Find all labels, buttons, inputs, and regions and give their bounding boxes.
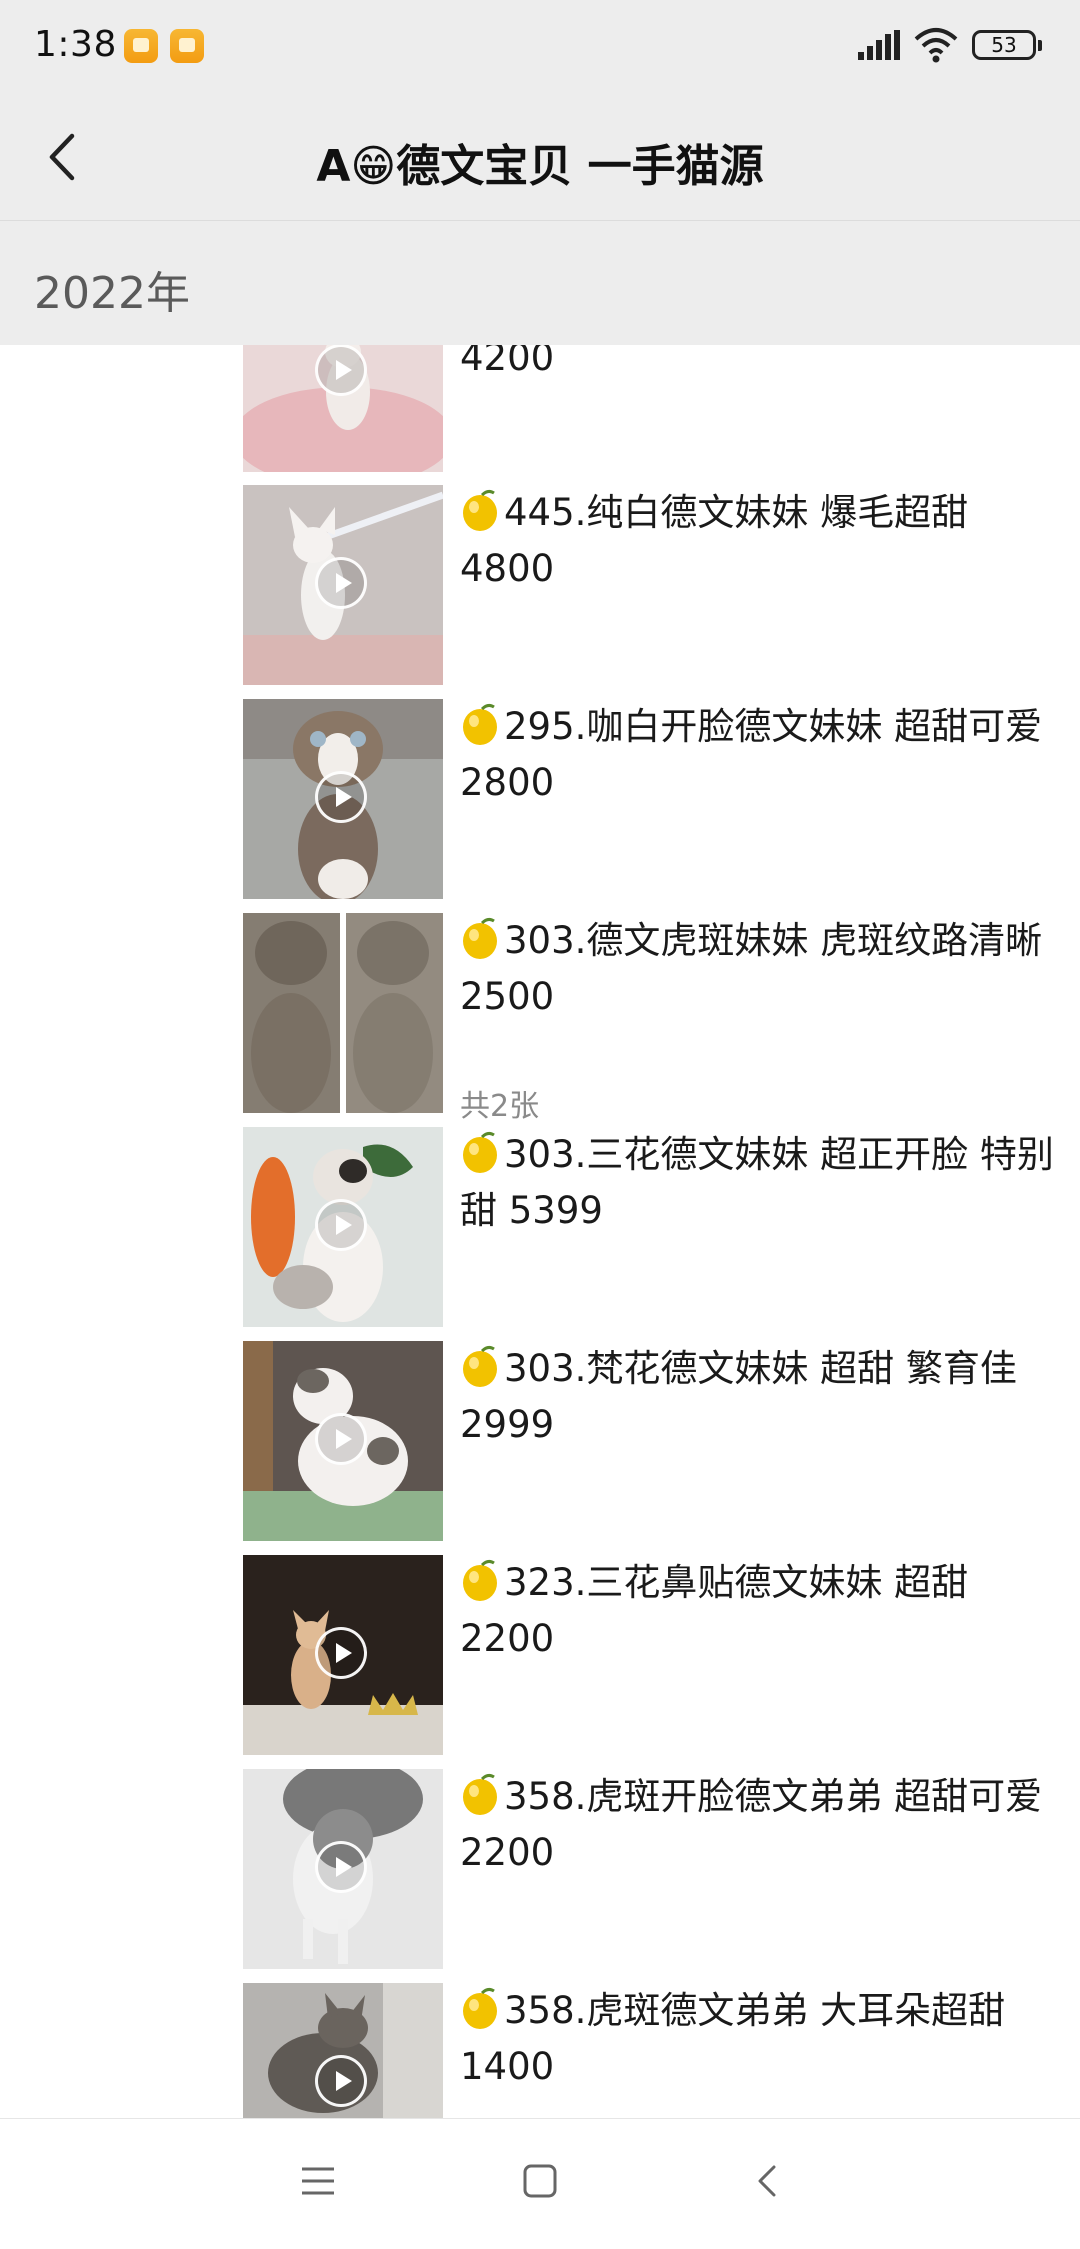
video-thumbnail[interactable]	[243, 1341, 443, 1541]
list-item[interactable]: 358.虎斑开脸德文弟弟 超甜可爱 2200	[0, 1769, 1080, 1969]
video-thumbnail[interactable]	[243, 1127, 443, 1327]
notification-icon	[124, 29, 158, 63]
item-caption: 303.德文虎斑妹妹 虎斑纹路清晰 2500	[460, 917, 1043, 1018]
item-caption: 303.梵花德文妹妹 超甜 繁育佳 2999	[460, 1345, 1017, 1446]
item-caption: 303.三花德文妹妹 超正开脸 特别甜 5399	[460, 1131, 1054, 1232]
notification-icon	[170, 29, 204, 63]
media-list[interactable]: 4200 445.纯白德文妹妹 爆毛超甜 4800 295.咖白开脸德文妹妹 超…	[0, 345, 1080, 2118]
lemon-icon	[463, 703, 497, 745]
status-time: 1:38	[34, 24, 117, 65]
list-item[interactable]: 303.三花德文妹妹 超正开脸 特别甜 5399	[0, 1127, 1080, 1327]
video-thumbnail[interactable]	[243, 1769, 443, 1969]
home-icon[interactable]	[522, 2163, 558, 2199]
lemon-icon	[463, 489, 497, 531]
list-item[interactable]: 4200	[0, 345, 1080, 472]
lemon-icon	[463, 1773, 497, 1815]
play-icon	[315, 771, 367, 823]
play-icon	[315, 557, 367, 609]
back-icon[interactable]	[752, 2163, 782, 2199]
menu-icon[interactable]	[300, 2164, 336, 2198]
video-thumbnail[interactable]	[243, 1555, 443, 1755]
status-bar: 1:38 53	[0, 0, 1080, 100]
lemon-icon	[463, 1345, 497, 1387]
section-year-label: 2022年	[34, 268, 190, 319]
battery-icon: 53	[972, 30, 1042, 60]
video-thumbnail[interactable]	[243, 345, 443, 472]
item-caption: 4200	[460, 345, 555, 379]
list-item[interactable]: 445.纯白德文妹妹 爆毛超甜 4800	[0, 485, 1080, 685]
play-icon	[315, 1841, 367, 1893]
list-item[interactable]: 323.三花鼻贴德文妹妹 超甜 2200	[0, 1555, 1080, 1755]
date-section-header: 2022年	[0, 221, 1080, 345]
play-icon	[315, 1413, 367, 1465]
lemon-icon	[463, 1987, 497, 2029]
signal-icon	[858, 30, 900, 60]
video-thumbnail[interactable]	[243, 1983, 443, 2118]
image-thumbnail[interactable]	[243, 913, 443, 1113]
item-caption: 445.纯白德文妹妹 爆毛超甜 4800	[460, 489, 969, 590]
lemon-icon	[463, 1559, 497, 1601]
kitten-photo	[243, 913, 443, 1113]
list-item[interactable]: 303.德文虎斑妹妹 虎斑纹路清晰 2500 共2张	[0, 913, 1080, 1124]
wifi-icon	[914, 28, 958, 63]
system-nav-bar	[0, 2118, 1080, 2249]
play-icon	[315, 1199, 367, 1251]
item-caption: 358.虎斑开脸德文弟弟 超甜可爱 2200	[460, 1773, 1043, 1874]
list-item[interactable]: 303.梵花德文妹妹 超甜 繁育佳 2999	[0, 1341, 1080, 1541]
item-caption: 295.咖白开脸德文妹妹 超甜可爱 2800	[460, 703, 1043, 804]
play-icon	[315, 345, 367, 396]
item-caption: 358.虎斑德文弟弟 大耳朵超甜 1400	[460, 1987, 1006, 2088]
play-icon	[315, 2055, 367, 2107]
lemon-icon	[463, 917, 497, 959]
page-title: A😁德文宝贝 一手猫源	[316, 141, 764, 192]
item-caption: 323.三花鼻贴德文妹妹 超甜 2200	[460, 1559, 969, 1660]
lemon-icon	[463, 1131, 497, 1173]
image-count-label: 共2张	[460, 1089, 540, 1124]
header: A😁德文宝贝 一手猫源	[0, 100, 1080, 221]
list-item[interactable]: 295.咖白开脸德文妹妹 超甜可爱 2800	[0, 699, 1080, 899]
video-thumbnail[interactable]	[243, 699, 443, 899]
list-item[interactable]: 358.虎斑德文弟弟 大耳朵超甜 1400	[0, 1983, 1080, 2118]
play-icon	[315, 1627, 367, 1679]
video-thumbnail[interactable]	[243, 485, 443, 685]
